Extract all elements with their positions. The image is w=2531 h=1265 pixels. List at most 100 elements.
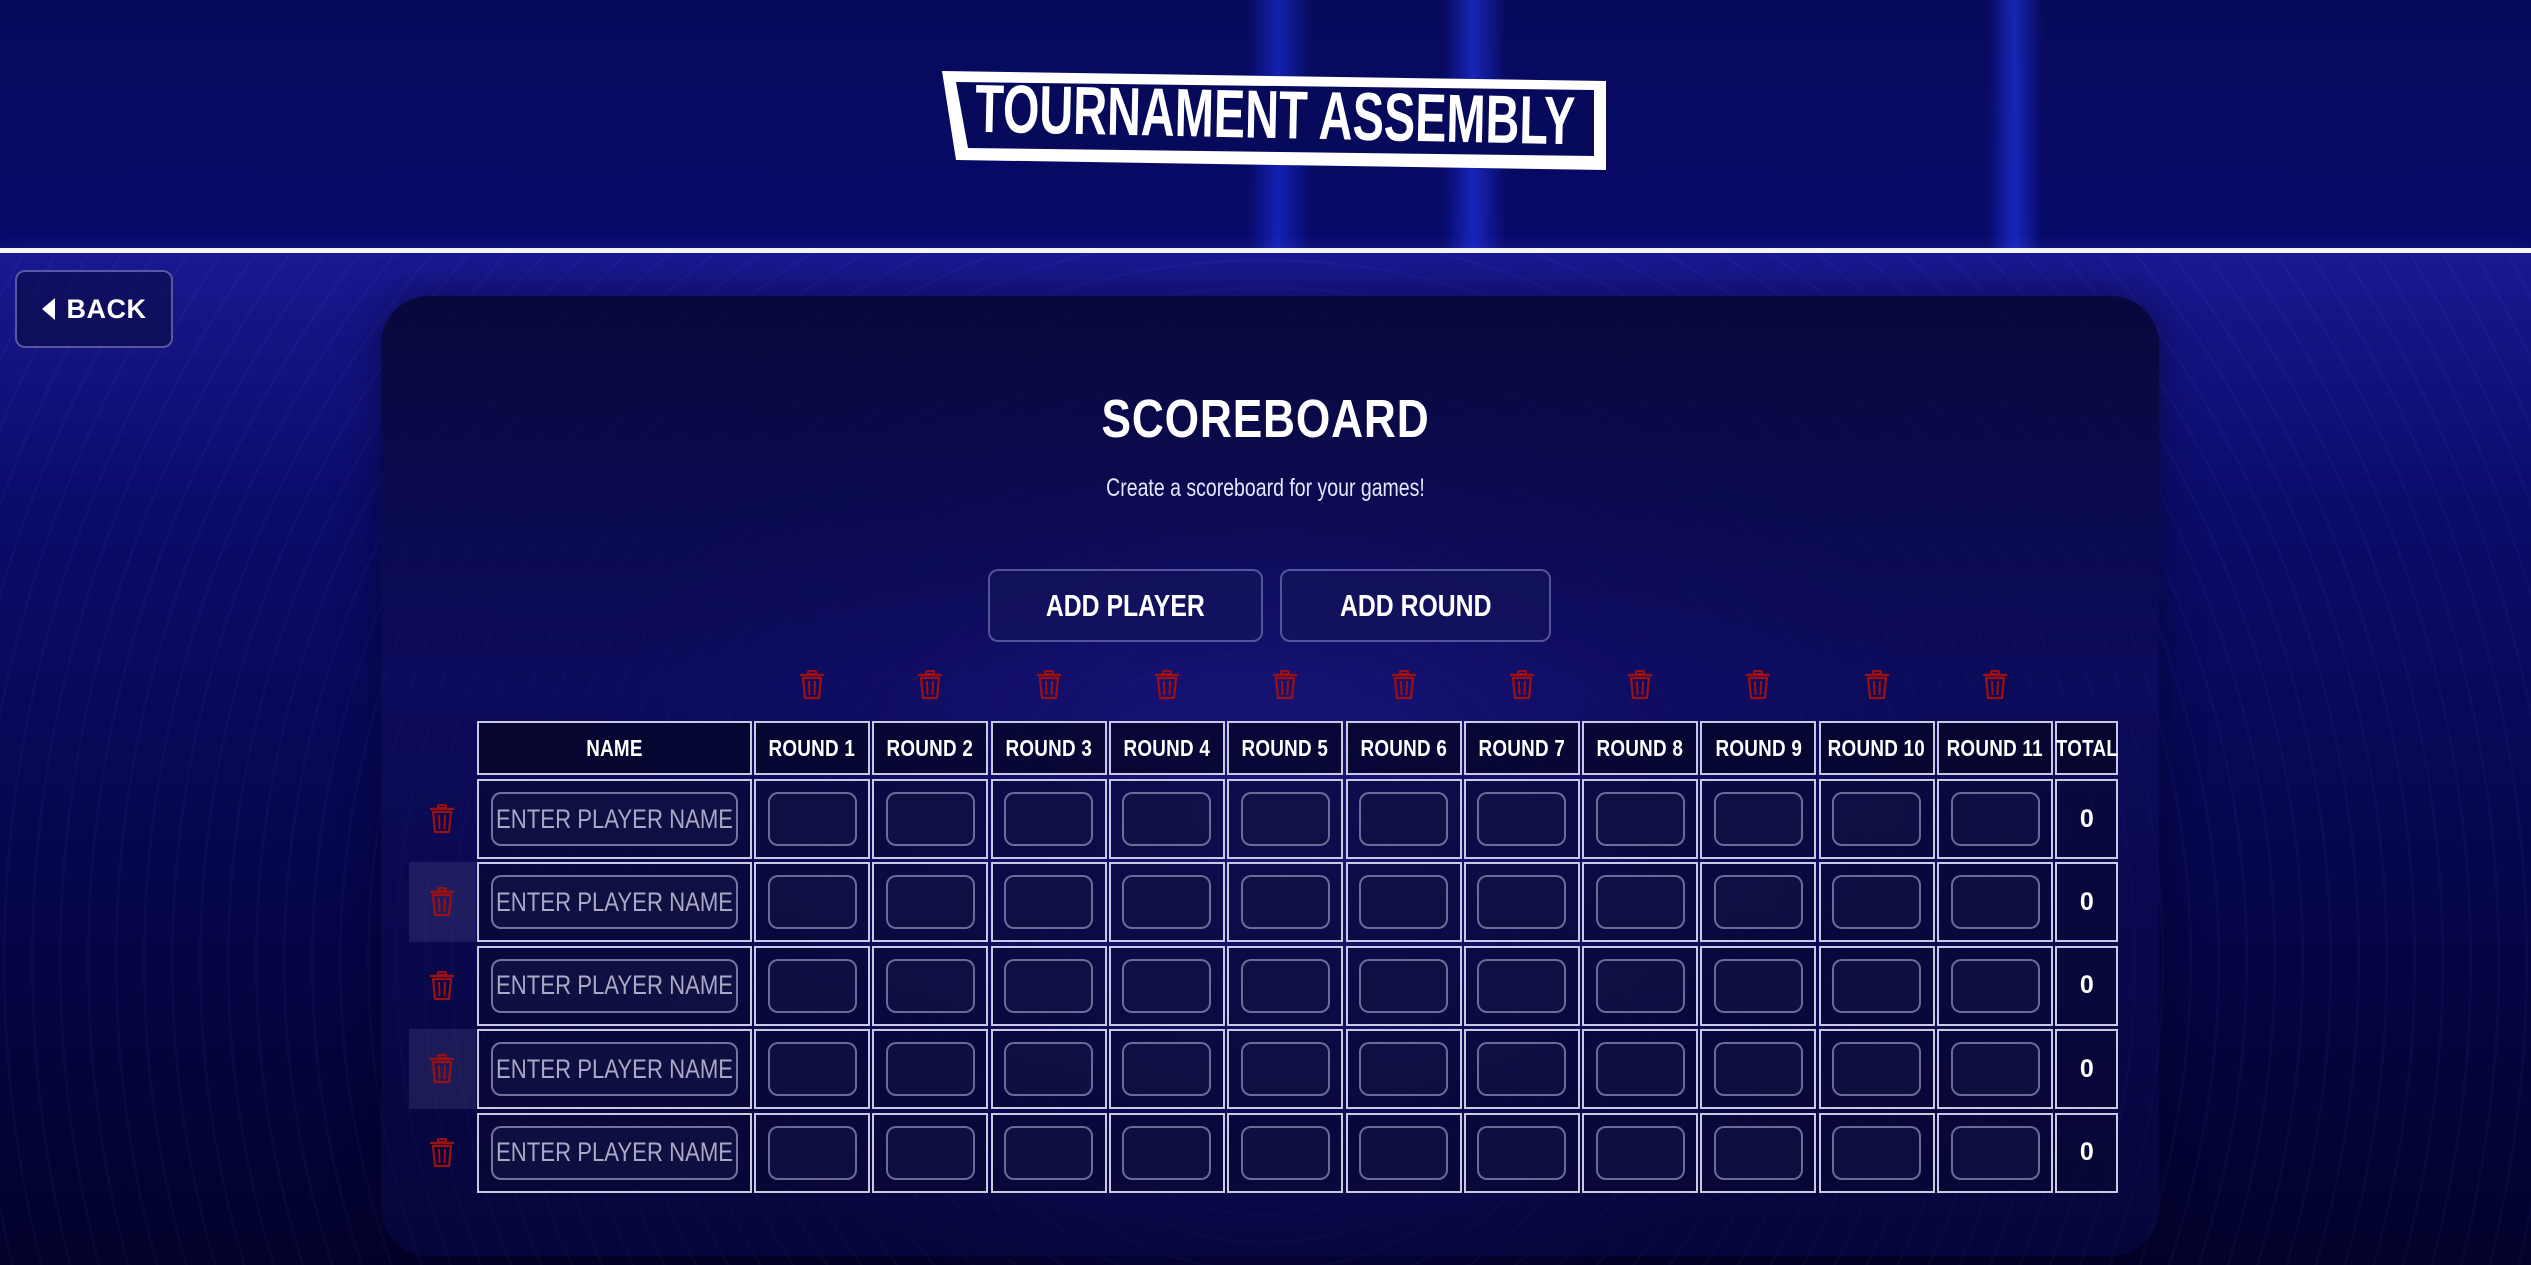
delete-player-icon[interactable]: [429, 970, 455, 1001]
score-input[interactable]: [1359, 792, 1448, 846]
score-cell: [1582, 1029, 1699, 1110]
score-input[interactable]: [1359, 875, 1448, 930]
score-input[interactable]: [1832, 1042, 1922, 1097]
score-input[interactable]: [1832, 875, 1922, 930]
score-input[interactable]: [767, 1125, 857, 1180]
delete-round-icon[interactable]: [1036, 670, 1062, 700]
score-input[interactable]: [885, 1125, 975, 1180]
score-input[interactable]: [885, 875, 975, 930]
player-name-cell: ENTER PLAYER NAME: [477, 779, 752, 859]
score-input[interactable]: [1477, 958, 1567, 1013]
score-input[interactable]: [1832, 1125, 1922, 1180]
score-input[interactable]: [1950, 958, 2040, 1013]
score-cell: [1582, 945, 1699, 1026]
score-cell: [1345, 862, 1462, 943]
player-name-input[interactable]: ENTER PLAYER NAME: [491, 1042, 738, 1097]
add-round-label: ADD ROUND: [1339, 587, 1492, 623]
score-input[interactable]: [1359, 1042, 1448, 1097]
player-name-input[interactable]: ENTER PLAYER NAME: [491, 1125, 738, 1180]
player-name-input[interactable]: ENTER PLAYER NAME: [491, 792, 738, 846]
score-input[interactable]: [885, 1042, 975, 1097]
score-input[interactable]: [1595, 792, 1685, 846]
delete-player-icon[interactable]: [429, 804, 455, 834]
delete-player-icon[interactable]: [429, 1054, 455, 1084]
delete-round-icon[interactable]: [1627, 670, 1653, 700]
score-cell: [1700, 1029, 1817, 1110]
score-input[interactable]: [1004, 792, 1094, 846]
player-name-input[interactable]: ENTER PLAYER NAME: [491, 958, 738, 1013]
score-input[interactable]: [1122, 875, 1212, 930]
delete-round-icon[interactable]: [917, 670, 943, 700]
score-input[interactable]: [1713, 958, 1803, 1013]
score-input[interactable]: [1713, 875, 1803, 930]
score-input[interactable]: [1950, 875, 2040, 930]
delete-player-icon[interactable]: [429, 1137, 455, 1168]
score-input[interactable]: [1477, 792, 1567, 846]
score-input[interactable]: [1713, 792, 1803, 846]
score-input[interactable]: [1713, 1125, 1803, 1180]
score-input[interactable]: [1713, 1042, 1803, 1097]
delete-round-icon[interactable]: [1154, 670, 1180, 700]
score-cell: [1463, 779, 1580, 859]
score-cell: [1818, 1112, 1935, 1193]
score-input[interactable]: [767, 792, 857, 846]
score-cell: [872, 945, 989, 1026]
score-input[interactable]: [1240, 792, 1330, 846]
back-button[interactable]: BACK: [15, 270, 173, 348]
score-input[interactable]: [885, 792, 975, 846]
total-value: 0: [2079, 1138, 2094, 1167]
score-input[interactable]: [1359, 1125, 1448, 1180]
score-input[interactable]: [1122, 958, 1212, 1013]
delete-player-icon[interactable]: [429, 887, 455, 917]
score-cell: [990, 1029, 1107, 1110]
score-input[interactable]: [1004, 1125, 1094, 1180]
name-column-header: NAME: [477, 721, 752, 775]
delete-round-icon[interactable]: [1864, 670, 1890, 700]
score-input[interactable]: [1122, 792, 1212, 846]
delete-round-icon[interactable]: [799, 670, 825, 700]
tournament-assembly-logo[interactable]: TOURNAMENT ASSEMBLY: [942, 68, 1608, 170]
score-cell: [1463, 862, 1580, 943]
score-input[interactable]: [1240, 875, 1330, 930]
score-input[interactable]: [1595, 1042, 1685, 1097]
score-input[interactable]: [1240, 958, 1330, 1013]
delete-round-icon[interactable]: [1982, 670, 2008, 700]
score-input[interactable]: [1832, 958, 1922, 1013]
score-input[interactable]: [1950, 1125, 2040, 1180]
score-input[interactable]: [1832, 792, 1922, 846]
add-round-button[interactable]: ADD ROUND: [1280, 569, 1551, 642]
score-cell: [1937, 1029, 2053, 1110]
delete-round-icon[interactable]: [1391, 670, 1417, 700]
back-label: BACK: [66, 293, 147, 324]
score-input[interactable]: [1122, 1125, 1212, 1180]
score-input[interactable]: [1122, 1042, 1212, 1097]
score-input[interactable]: [1004, 1042, 1094, 1097]
score-input[interactable]: [1004, 875, 1094, 930]
delete-round-icon[interactable]: [1509, 670, 1535, 700]
delete-round-icon[interactable]: [1745, 670, 1771, 700]
score-input[interactable]: [1477, 875, 1567, 930]
add-player-button[interactable]: ADD PLAYER: [988, 569, 1263, 642]
score-input[interactable]: [1240, 1125, 1330, 1180]
score-input[interactable]: [1477, 1125, 1567, 1180]
score-input[interactable]: [1477, 1042, 1567, 1097]
score-input[interactable]: [1950, 792, 2040, 846]
player-name-input[interactable]: ENTER PLAYER NAME: [491, 875, 738, 930]
score-input[interactable]: [767, 1042, 857, 1097]
score-cell: [990, 1112, 1107, 1193]
score-input[interactable]: [1359, 958, 1448, 1013]
score-cell: [1345, 1029, 1462, 1110]
score-input[interactable]: [885, 958, 975, 1013]
score-cell: [1463, 1029, 1580, 1110]
score-input[interactable]: [1240, 1042, 1330, 1097]
score-input[interactable]: [1004, 958, 1094, 1013]
delete-round-icon[interactable]: [1272, 670, 1298, 700]
score-input[interactable]: [767, 875, 857, 930]
logo-text: TOURNAMENT ASSEMBLY: [974, 71, 1575, 160]
score-input[interactable]: [1950, 1042, 2040, 1097]
score-input[interactable]: [767, 958, 857, 1013]
score-input[interactable]: [1595, 1125, 1685, 1180]
total-value: 0: [2079, 804, 2094, 833]
score-input[interactable]: [1595, 958, 1685, 1013]
score-input[interactable]: [1595, 875, 1685, 930]
